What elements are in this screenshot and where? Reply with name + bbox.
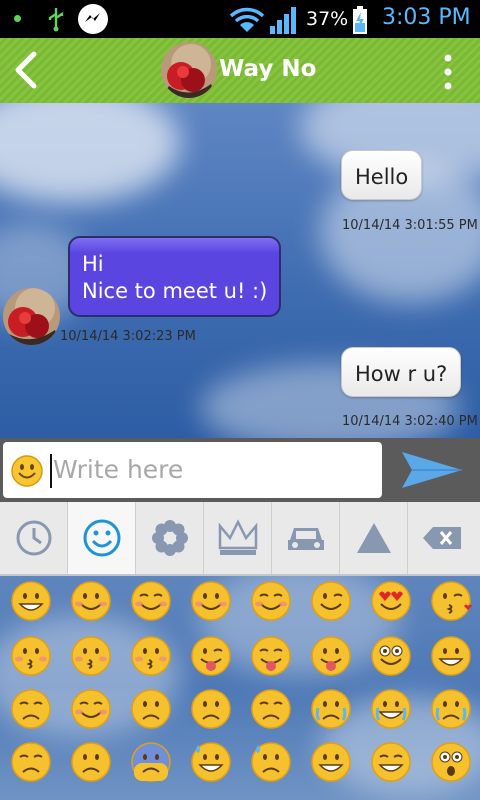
emoji-key-smile[interactable] xyxy=(70,580,112,622)
emoji-key-cry[interactable] xyxy=(310,688,352,730)
contact-name[interactable]: Way No xyxy=(219,56,316,82)
emoji-grid xyxy=(0,576,480,800)
status-clock: 3:03 PM xyxy=(382,5,471,30)
emoji-key-kiss3[interactable] xyxy=(70,635,112,677)
tab-backspace[interactable] xyxy=(408,502,476,574)
message-text: How r u? xyxy=(355,362,448,386)
emoji-key-tired[interactable] xyxy=(370,741,412,783)
messenger-icon xyxy=(78,4,108,34)
tab-symbols[interactable] xyxy=(340,502,408,574)
notification-dot-icon xyxy=(14,15,21,22)
message-list[interactable]: Hello 10/14/14 3:01:55 PM Hi Nice to mee… xyxy=(0,103,480,438)
emoji-key-grin[interactable] xyxy=(10,580,52,622)
emoji-key-pensive[interactable] xyxy=(10,688,52,730)
triangle-icon xyxy=(356,523,391,553)
battery-charging-icon xyxy=(353,6,367,34)
message-timestamp: 10/14/14 3:01:55 PM xyxy=(342,218,478,233)
text-caret xyxy=(50,454,52,488)
emoji-key-kiss2[interactable] xyxy=(10,635,52,677)
cloud-decoration xyxy=(0,103,180,203)
message-input[interactable]: Write here xyxy=(3,442,382,498)
smiley-icon[interactable] xyxy=(11,455,43,487)
emoji-category-tabs xyxy=(0,502,480,576)
emoji-key-fear[interactable] xyxy=(130,741,172,783)
message-bubble-outgoing[interactable]: Hello xyxy=(341,150,423,200)
tab-places[interactable] xyxy=(272,502,340,574)
usb-icon xyxy=(48,8,64,32)
emoji-key-unamused[interactable] xyxy=(130,688,172,730)
emoji-key-sweat-smile[interactable] xyxy=(190,741,232,783)
battery-percent: 37% xyxy=(306,8,349,30)
emoji-key-blush[interactable] xyxy=(190,580,232,622)
emoji-key-wink[interactable] xyxy=(310,580,352,622)
overflow-menu-icon[interactable] xyxy=(438,52,458,92)
emoji-key-flushed[interactable] xyxy=(370,635,412,677)
tab-recent[interactable] xyxy=(0,502,68,574)
input-placeholder: Write here xyxy=(53,455,184,484)
emoji-key-heart[interactable] xyxy=(370,580,412,622)
signal-icon xyxy=(270,7,296,34)
emoji-key-sweat[interactable] xyxy=(250,741,292,783)
smiley-face-icon xyxy=(83,519,120,557)
emoji-key-kiss4[interactable] xyxy=(130,635,172,677)
status-bar: 37% 3:03 PM xyxy=(0,0,480,38)
sender-avatar[interactable] xyxy=(3,288,60,345)
back-arrow-icon[interactable] xyxy=(8,48,48,92)
emoji-key-sad[interactable] xyxy=(190,688,232,730)
message-timestamp: 10/14/14 3:02:40 PM xyxy=(342,414,478,429)
wifi-icon xyxy=(229,7,265,32)
message-text: Nice to meet u! :) xyxy=(82,279,268,303)
tab-objects[interactable] xyxy=(204,502,272,574)
emoji-key-grimace[interactable] xyxy=(430,635,472,677)
emoji-key-weary[interactable] xyxy=(310,741,352,783)
tab-smileys[interactable] xyxy=(68,502,136,574)
emoji-key-tongue[interactable] xyxy=(310,635,352,677)
emoji-key-worried[interactable] xyxy=(70,741,112,783)
emoji-key-astonished[interactable] xyxy=(430,741,472,783)
message-timestamp: 10/14/14 3:02:23 PM xyxy=(60,329,196,344)
emoji-key-sob[interactable] xyxy=(430,688,472,730)
car-icon xyxy=(287,528,324,550)
recent-clock-icon xyxy=(16,520,51,556)
send-icon[interactable] xyxy=(398,448,464,492)
emoji-key-tongue-closed[interactable] xyxy=(250,635,292,677)
conversation-header: Way No xyxy=(0,38,480,103)
emoji-key-sleepy[interactable] xyxy=(10,741,52,783)
emoji-key-persevere[interactable] xyxy=(250,688,292,730)
emoji-key-kiss[interactable] xyxy=(430,580,472,622)
backspace-icon xyxy=(423,527,461,549)
composer-bar: Write here xyxy=(0,438,480,502)
message-text: Hello xyxy=(355,165,409,189)
emoji-key-smile2[interactable] xyxy=(130,580,172,622)
tab-nature[interactable] xyxy=(136,502,204,574)
flower-icon xyxy=(151,520,188,556)
message-text: Hi xyxy=(82,252,104,276)
emoji-key-relieved[interactable] xyxy=(250,580,292,622)
emoji-key-content[interactable] xyxy=(70,688,112,730)
emoji-key-joy[interactable] xyxy=(370,688,412,730)
contact-avatar[interactable] xyxy=(161,42,217,98)
message-bubble-outgoing[interactable]: How r u? xyxy=(341,347,462,397)
crown-icon xyxy=(218,519,257,555)
emoji-key-tongue-wink[interactable] xyxy=(190,635,232,677)
message-bubble-incoming[interactable]: Hi Nice to meet u! :) xyxy=(68,236,282,317)
